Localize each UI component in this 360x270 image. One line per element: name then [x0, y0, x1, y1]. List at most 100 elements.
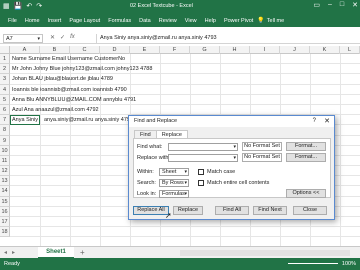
column-header[interactable]: I — [250, 46, 280, 54]
row-header[interactable]: 1 — [0, 54, 10, 65]
row-header[interactable]: 6 — [0, 104, 10, 116]
add-sheet-button[interactable]: + — [80, 248, 85, 257]
find-what-input[interactable]: ▾ — [168, 143, 238, 151]
tab-review[interactable]: Review — [155, 18, 181, 24]
within-select[interactable]: Sheet ▾ — [159, 168, 189, 176]
name-box[interactable]: A7 ▾ — [3, 34, 43, 43]
search-value: By Rows — [162, 180, 184, 186]
status-text: Ready — [4, 261, 20, 267]
row-header[interactable]: 17 — [0, 217, 10, 228]
match-case-checkbox[interactable] — [198, 169, 204, 175]
save-icon[interactable]: 💾 — [14, 2, 23, 10]
no-format-set-replace: No Format Set — [242, 153, 282, 162]
tab-file[interactable]: File — [4, 18, 21, 24]
select-all-corner[interactable] — [0, 46, 10, 54]
row-header[interactable]: 13 — [0, 176, 10, 187]
column-header[interactable]: G — [190, 46, 220, 54]
replace-button[interactable]: Replace — [173, 206, 203, 215]
tab-page-layout[interactable]: Page Layout — [65, 18, 104, 24]
find-next-button[interactable]: Find Next — [253, 206, 287, 215]
table-row[interactable]: Name Surname Email Username CustomerNo — [10, 54, 360, 65]
row-header[interactable]: 7 — [0, 115, 10, 126]
insert-function-icon[interactable]: fx — [70, 34, 75, 41]
row-header[interactable]: 15 — [0, 196, 10, 207]
row-header[interactable]: 5 — [0, 94, 10, 105]
zoom-slider[interactable] — [288, 263, 338, 264]
column-header[interactable]: H — [220, 46, 250, 54]
close-window-icon[interactable]: ✕ — [352, 1, 358, 9]
tab-formulas[interactable]: Formulas — [104, 18, 135, 24]
replace-with-input[interactable]: ▾ — [168, 154, 238, 162]
tab-help[interactable]: Help — [201, 18, 220, 24]
lightbulb-icon: 💡 — [257, 18, 265, 24]
column-header[interactable]: C — [70, 46, 100, 54]
column-header[interactable]: F — [160, 46, 190, 54]
tab-power-pivot[interactable]: Power Pivot — [220, 18, 257, 24]
tab-view[interactable]: View — [181, 18, 201, 24]
row-header[interactable]: 18 — [0, 227, 10, 238]
redo-icon[interactable]: ↷ — [36, 2, 42, 10]
row-header[interactable]: 9 — [0, 135, 10, 146]
find-replace-dialog: Find and Replace ? ✕ Find Replace Find w… — [128, 115, 335, 220]
table-row[interactable]: Ioannis ble ioannisb@zmail.com ioannisb … — [10, 85, 360, 95]
find-all-button[interactable]: Find All — [215, 206, 249, 215]
replace-all-button[interactable]: Replace All — [133, 206, 169, 215]
options-button[interactable]: Options << — [286, 189, 326, 198]
match-entire-checkbox[interactable] — [198, 180, 204, 186]
table-row[interactable]: Mr John Johny Blue johny123@zmail.com jo… — [10, 64, 360, 75]
tab-home[interactable]: Home — [21, 18, 44, 24]
tab-data[interactable]: Data — [135, 18, 155, 24]
format-replace-button[interactable]: Format... — [286, 153, 326, 162]
column-header[interactable]: B — [40, 46, 70, 54]
look-in-select[interactable]: Formulas ▾ — [159, 190, 189, 198]
column-header[interactable]: D — [100, 46, 130, 54]
column-header[interactable]: A — [10, 46, 40, 54]
row-header[interactable]: 11 — [0, 155, 10, 167]
column-header[interactable]: L — [340, 46, 360, 54]
row-header[interactable]: 10 — [0, 145, 10, 156]
format-find-button[interactable]: Format... — [286, 142, 326, 151]
maximize-icon[interactable]: □ — [340, 1, 344, 9]
column-header[interactable]: J — [280, 46, 310, 54]
chevron-down-icon[interactable]: ▾ — [233, 144, 236, 150]
undo-icon[interactable]: ↶ — [26, 2, 32, 10]
table-row[interactable]: Johan BLAU jblau@blauort.de jblau 4789 — [10, 74, 360, 85]
table-row[interactable] — [10, 227, 360, 238]
chevron-down-icon[interactable]: ▾ — [233, 155, 236, 161]
row-headers: 1 2 3 4 5 6 7 8 9 10 11 12 13 14 15 16 1… — [0, 54, 10, 238]
column-header[interactable]: K — [310, 46, 340, 54]
replace-with-label: Replace with: — [137, 155, 171, 161]
close-dialog-button[interactable]: Close — [293, 206, 327, 215]
quick-access-toolbar: ▦ 💾 ↶ ↷ — [3, 2, 42, 10]
ribbon-display-icon[interactable]: ▭ — [313, 1, 320, 9]
prev-sheet-icon[interactable]: ◂ — [4, 249, 7, 256]
row-header[interactable]: 2 — [0, 64, 10, 75]
horizontal-scrollbar[interactable] — [180, 250, 350, 256]
chevron-down-icon[interactable]: ▾ — [37, 35, 40, 43]
column-header[interactable]: E — [130, 46, 160, 54]
close-icon[interactable]: ✕ — [324, 116, 330, 127]
search-select[interactable]: By Rows ▾ — [159, 179, 189, 187]
row-header[interactable]: 4 — [0, 84, 10, 95]
table-row[interactable]: Anna Blu ANNYBLUU@ZMAIL.COM annyblu 4791 — [10, 95, 360, 105]
window-title: 02 Excel Textcube - Excel — [130, 3, 193, 9]
table-row[interactable]: Azul Ana anaazul@zmail.com 4792 — [10, 105, 360, 116]
row-header[interactable]: 3 — [0, 74, 10, 85]
formula-input[interactable]: Anya Siniy anya.siniy@zmail.ru anya.sini… — [96, 34, 350, 43]
tab-insert[interactable]: Insert — [44, 18, 66, 24]
cancel-entry-icon[interactable]: ✕ — [50, 34, 55, 41]
chevron-down-icon: ▾ — [184, 191, 187, 197]
confirm-entry-icon[interactable]: ✓ — [60, 34, 65, 41]
zoom-level[interactable]: 100% — [342, 258, 356, 270]
minimize-icon[interactable]: – — [328, 1, 332, 9]
row-header[interactable]: 12 — [0, 166, 10, 177]
active-cell[interactable]: Anya Siniy — [10, 115, 40, 125]
sheet-tab-bar: ◂ ▸ Sheet1 + — [0, 246, 360, 259]
row-header[interactable]: 8 — [0, 125, 10, 136]
help-icon[interactable]: ? — [313, 116, 316, 127]
status-bar: Ready 100% — [0, 258, 360, 270]
row-header[interactable]: 16 — [0, 206, 10, 217]
next-sheet-icon[interactable]: ▸ — [12, 249, 15, 256]
tell-me-search[interactable]: Tell me — [267, 18, 284, 24]
row-header[interactable]: 14 — [0, 186, 10, 197]
